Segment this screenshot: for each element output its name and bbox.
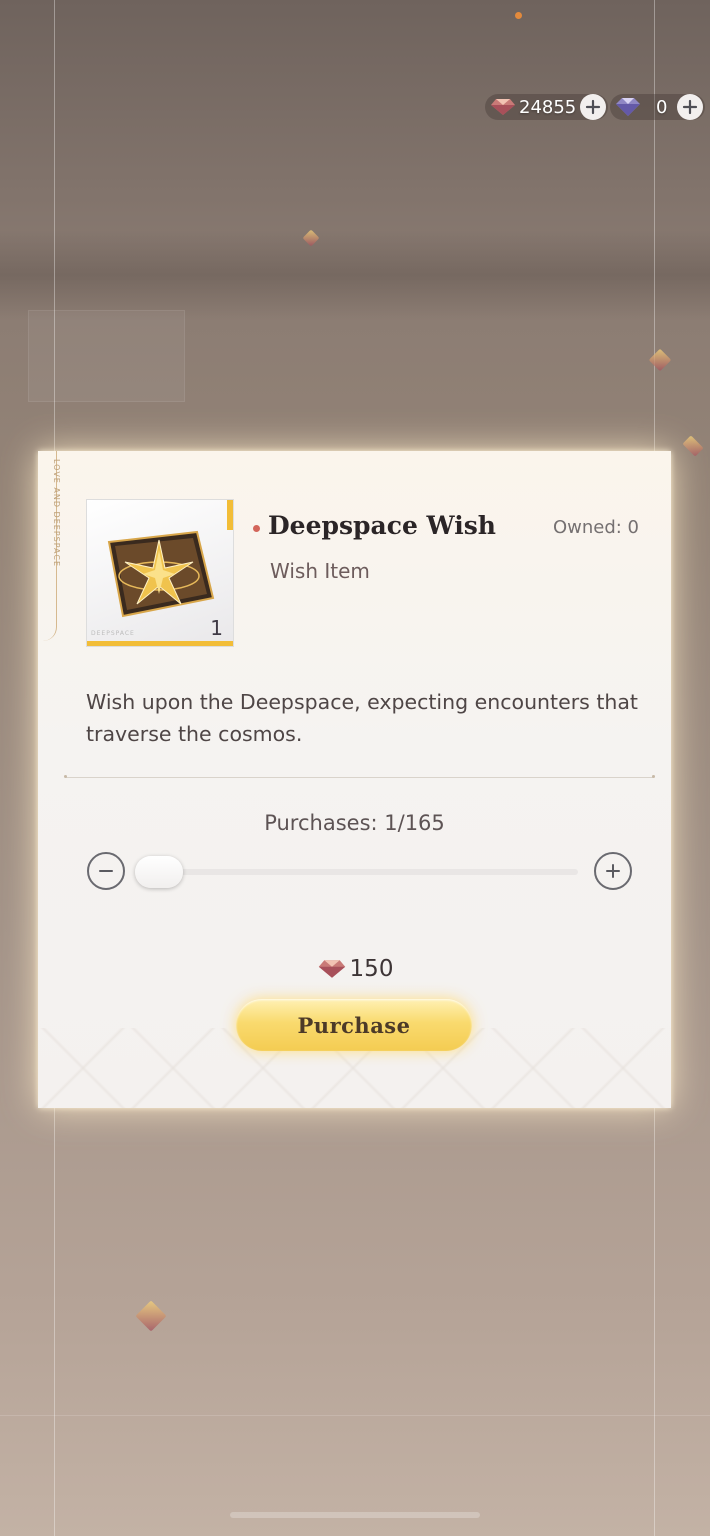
divider <box>64 775 655 778</box>
pink-gem-icon <box>491 99 515 115</box>
currency-primary-value: 24855 <box>519 96 577 118</box>
pink-gem-icon <box>318 960 345 978</box>
background-band <box>0 230 710 320</box>
item-type: Wish Item <box>270 559 370 583</box>
item-card[interactable]: DEEPSPACE 1 <box>86 499 234 647</box>
rarity-bar <box>87 641 233 646</box>
sparkle-icon <box>648 348 672 372</box>
item-title: Deepspace Wish <box>268 511 496 540</box>
purchase-dialog: LOVE AND DEEPSPACE DEEPSPACE 1 Deepspace… <box>38 451 671 1108</box>
decrease-quantity-button[interactable] <box>87 852 125 890</box>
dialog-side-decoration: LOVE AND DEEPSPACE <box>38 451 61 641</box>
side-label: LOVE AND DEEPSPACE <box>52 459 61 568</box>
decor-line <box>0 1415 710 1416</box>
price-value: 150 <box>349 956 394 982</box>
item-count: 1 <box>210 616 223 640</box>
slider-handle[interactable] <box>135 856 183 888</box>
minus-icon <box>99 870 113 872</box>
currency-secondary-pill: 0 <box>610 94 706 120</box>
title-dot <box>253 525 260 532</box>
sparkle-icon <box>682 435 704 457</box>
increase-quantity-button[interactable] <box>594 852 632 890</box>
currency-primary-pill: 24855 <box>485 94 609 120</box>
deepspace-wish-ticket-icon <box>107 530 215 618</box>
home-indicator[interactable] <box>230 1512 480 1518</box>
sparkle-icon <box>302 229 320 247</box>
background-panel <box>28 310 185 402</box>
currency-secondary-value: 0 <box>656 96 668 118</box>
decor-dot <box>515 12 522 19</box>
purchases-label: Purchases: 1/165 <box>264 811 445 835</box>
currency-primary: 24855 <box>485 93 609 121</box>
card-brand: DEEPSPACE <box>91 630 135 637</box>
add-currency-primary-button[interactable] <box>580 94 607 120</box>
plus-icon <box>606 864 620 878</box>
plus-icon <box>683 99 698 115</box>
owned-count: Owned: 0 <box>552 517 639 538</box>
currency-secondary: 0 <box>610 93 706 121</box>
purchase-button-label: Purchase <box>297 1012 411 1038</box>
shop-screen: { "currency": { "primary": {"icon": "pin… <box>0 0 710 1536</box>
plus-icon <box>586 99 601 115</box>
add-currency-secondary-button[interactable] <box>677 94 704 120</box>
price: 150 <box>38 956 671 982</box>
item-description: Wish upon the Deepspace, expecting encou… <box>86 690 638 746</box>
sparkle-icon <box>135 1300 167 1332</box>
purchase-button[interactable]: Purchase <box>236 999 472 1051</box>
card-strip <box>227 500 233 530</box>
quantity-slider[interactable] <box>138 869 578 875</box>
purple-diamond-icon <box>616 98 640 116</box>
